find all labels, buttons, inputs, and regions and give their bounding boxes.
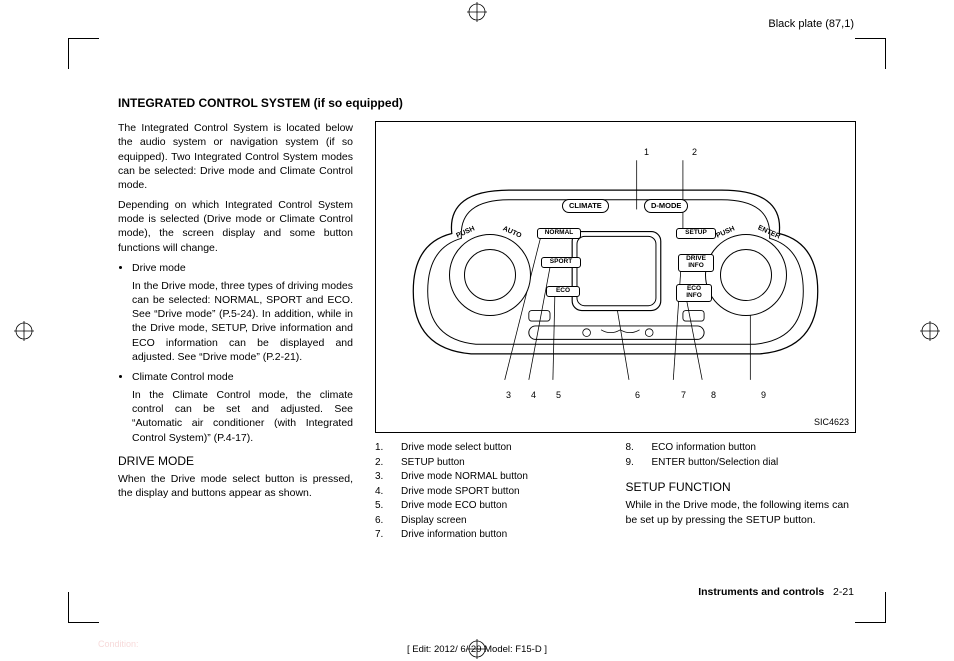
left-dial-inner <box>464 249 516 301</box>
intro-paragraph-2: Depending on which Integrated Control Sy… <box>118 198 353 255</box>
page-footer: Instruments and controls 2-21 <box>698 585 854 599</box>
legend-item: 8.ECO information button <box>626 441 855 455</box>
legend-right: 8.ECO information button 9.ENTER button/… <box>626 441 855 543</box>
crop-corner-br <box>855 592 886 623</box>
drive-info-button: DRIVE INFO <box>678 254 714 272</box>
legend-item: 6.Display screen <box>375 514 604 528</box>
legend-item: 5.Drive mode ECO button <box>375 499 604 513</box>
edit-line: [ Edit: 2012/ 6/ 29 Model: F15-D ] <box>407 644 547 655</box>
right-column: CLIMATE D-MODE NORMAL SPORT ECO SETUP DR… <box>375 121 854 543</box>
intro-paragraph-1: The Integrated Control System is located… <box>118 121 353 192</box>
crop-mark-right <box>920 321 940 341</box>
dmode-pill: D-MODE <box>644 199 688 213</box>
setup-function-head: SETUP FUNCTION <box>626 479 855 495</box>
setup-function-body: While in the Drive mode, the following i… <box>626 498 855 526</box>
bullet-climate-mode: Climate Control mode <box>132 370 353 384</box>
callout-7: 7 <box>681 389 686 401</box>
normal-button: NORMAL <box>537 228 581 239</box>
crop-mark-top <box>467 2 487 22</box>
crop-corner-tr <box>855 38 886 69</box>
plate-label: Black plate (87,1) <box>768 18 854 30</box>
diagram: CLIMATE D-MODE NORMAL SPORT ECO SETUP DR… <box>375 121 856 433</box>
callout-9: 9 <box>761 389 766 401</box>
callout-8: 8 <box>711 389 716 401</box>
diagram-code: SIC4623 <box>814 416 849 428</box>
sport-button: SPORT <box>541 257 581 268</box>
section-heading: INTEGRATED CONTROL SYSTEM (if so equippe… <box>118 95 854 111</box>
condition-label: Condition: <box>98 639 139 649</box>
crop-mark-left <box>14 321 34 341</box>
legend-item: 7.Drive information button <box>375 528 604 542</box>
callout-4: 4 <box>531 389 536 401</box>
legend-item: 4.Drive mode SPORT button <box>375 485 604 499</box>
callout-5: 5 <box>556 389 561 401</box>
page-content: INTEGRATED CONTROL SYSTEM (if so equippe… <box>118 95 854 611</box>
eco-info-button: ECO INFO <box>676 284 712 302</box>
drive-mode-paragraph: When the Drive mode select button is pre… <box>118 472 353 500</box>
legend-item: 9.ENTER button/Selection dial <box>626 456 855 470</box>
left-column: The Integrated Control System is located… <box>118 121 353 543</box>
callout-2: 2 <box>692 146 697 158</box>
climate-pill: CLIMATE <box>562 199 609 213</box>
legend-item: 1.Drive mode select button <box>375 441 604 455</box>
legend-item: 3.Drive mode NORMAL button <box>375 470 604 484</box>
climate-mode-body: In the Climate Control mode, the climate… <box>132 388 353 445</box>
footer-section: Instruments and controls <box>698 586 824 598</box>
legend-left: 1.Drive mode select button 2.SETUP butto… <box>375 441 604 543</box>
callout-1: 1 <box>644 146 649 158</box>
bullet-drive-mode: Drive mode <box>132 261 353 275</box>
drive-mode-body: In the Drive mode, three types of drivin… <box>132 279 353 364</box>
crop-corner-tl <box>68 38 99 69</box>
callout-6: 6 <box>635 389 640 401</box>
right-dial-inner <box>720 249 772 301</box>
footer-page: 2-21 <box>833 586 854 598</box>
callout-3: 3 <box>506 389 511 401</box>
dashboard-illustration: CLIMATE D-MODE NORMAL SPORT ECO SETUP DR… <box>394 152 837 392</box>
crop-corner-bl <box>68 592 99 623</box>
legend-item: 2.SETUP button <box>375 456 604 470</box>
eco-button: ECO <box>546 286 580 297</box>
drive-mode-subhead: DRIVE MODE <box>118 453 353 469</box>
setup-button: SETUP <box>676 228 716 239</box>
